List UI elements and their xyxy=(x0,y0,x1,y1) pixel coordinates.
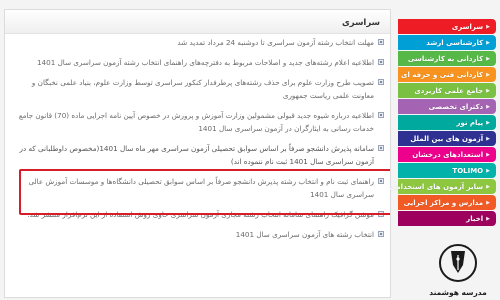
triangle-right-icon: ▶ xyxy=(486,71,490,78)
news-item[interactable]: تصویب طرح وزارت علوم برای حذف رشته‌های پ… xyxy=(13,76,384,102)
news-link[interactable]: اطلاعیه اعلام رشته‌های جدید و اصلاحات مر… xyxy=(37,58,374,67)
menu-item[interactable]: سراسری ▶ xyxy=(398,19,496,34)
menu-item-label: استعدادهای درخشان xyxy=(412,150,484,159)
watermark-text: مدرسه هوشمند xyxy=(429,288,487,297)
menu-item[interactable]: استعدادهای درخشان ▶ xyxy=(398,147,496,162)
triangle-right-icon: ▶ xyxy=(486,23,490,30)
menu-item-label: پیام نور xyxy=(456,118,484,127)
bullet-icon xyxy=(378,145,384,151)
triangle-right-icon: ▶ xyxy=(486,119,490,126)
menu-item[interactable]: مدارس و مراکز اجرایی ▶ xyxy=(398,195,496,210)
triangle-right-icon: ▶ xyxy=(486,199,490,206)
news-item[interactable]: انتخاب رشته های آزمون سراسری سال 1401 xyxy=(13,228,384,241)
news-link[interactable]: انتخاب رشته های آزمون سراسری سال 1401 xyxy=(236,230,374,239)
triangle-right-icon: ▶ xyxy=(486,167,490,174)
menu-item[interactable]: جامع علمی کاربردی ▶ xyxy=(398,83,496,98)
menu-item-label: دکترای تخصصی xyxy=(428,102,484,111)
menu-item-label: مدارس و مراکز اجرایی xyxy=(403,198,484,207)
triangle-right-icon: ▶ xyxy=(486,135,490,142)
menu-item-label: کاردانی فنی و حرفه ای xyxy=(401,70,484,79)
menu-item-label: کاردانی به کارشناسی xyxy=(407,54,484,63)
menu-item-label: کارشناسی ارشد xyxy=(426,38,484,47)
menu-item-label: سراسری xyxy=(451,22,484,31)
menu-item[interactable]: اخبار ▶ xyxy=(398,211,496,226)
news-link[interactable]: تصویب طرح وزارت علوم برای حذف رشته‌های پ… xyxy=(32,78,374,100)
menu-item[interactable]: کاردانی به کارشناسی ▶ xyxy=(398,51,496,66)
triangle-right-icon: ▶ xyxy=(486,215,490,222)
bullet-icon xyxy=(378,231,384,237)
bullet-icon xyxy=(378,112,384,118)
news-item[interactable]: اطلاعیه درباره شیوه جدید قبولی مشمولین و… xyxy=(13,109,384,135)
category-menu: سراسری ▶ کارشناسی ارشد ▶ کاردانی به کارشناسی… xyxy=(389,19,496,227)
triangle-right-icon: ▶ xyxy=(486,151,490,158)
triangle-right-icon: ▶ xyxy=(486,55,490,62)
menu-item[interactable]: پیام نور ▶ xyxy=(398,115,496,130)
triangle-right-icon: ▶ xyxy=(486,39,490,46)
news-link[interactable]: اطلاعیه درباره شیوه جدید قبولی مشمولین و… xyxy=(19,111,374,133)
menu-item[interactable]: کارشناسی ارشد ▶ xyxy=(398,35,496,50)
menu-item-label: اخبار xyxy=(466,214,484,223)
news-item[interactable]: اطلاعیه اعلام رشته‌های جدید و اصلاحات مر… xyxy=(13,56,384,69)
menu-item[interactable]: سایر آزمون های استخدامی ▶ xyxy=(389,179,496,194)
bullet-icon xyxy=(378,39,384,45)
red-highlight-box xyxy=(19,169,390,215)
triangle-right-icon: ▶ xyxy=(486,103,490,110)
bullet-icon xyxy=(378,59,384,65)
news-link[interactable]: مهلت انتخاب رشته آزمون سراسری تا دوشنبه … xyxy=(177,38,374,47)
menu-item-label: جامع علمی کاربردی xyxy=(414,86,484,95)
site-watermark: مدرسه هوشمند xyxy=(420,243,496,297)
panel-header: سراسری xyxy=(5,10,390,34)
menu-item[interactable]: کاردانی فنی و حرفه ای ▶ xyxy=(398,67,496,82)
news-item[interactable]: مهلت انتخاب رشته آزمون سراسری تا دوشنبه … xyxy=(13,36,384,49)
news-item-highlighted[interactable]: سامانه پذیرش دانشجو صرفاً بر اساس سوابق … xyxy=(13,142,384,168)
menu-item-label: TOLIMO xyxy=(452,166,484,175)
menu-item[interactable]: آزمون های بین الملل ▶ xyxy=(398,131,496,146)
news-panel: سراسری مهلت انتخاب رشته آزمون سراسری تا … xyxy=(4,9,391,298)
menu-item-label: آزمون های بین الملل xyxy=(410,134,484,143)
menu-item[interactable]: دکترای تخصصی ▶ xyxy=(398,99,496,114)
triangle-right-icon: ▶ xyxy=(486,183,490,190)
bullet-icon xyxy=(378,79,384,85)
panel-title: سراسری xyxy=(342,18,380,28)
menu-item-label: سایر آزمون های استخدامی xyxy=(389,182,484,191)
menu-item[interactable]: TOLIMO ▶ xyxy=(398,163,496,178)
news-link[interactable]: سامانه پذیرش دانشجو صرفاً بر اساس سوابق … xyxy=(20,144,375,166)
triangle-right-icon: ▶ xyxy=(486,87,490,94)
